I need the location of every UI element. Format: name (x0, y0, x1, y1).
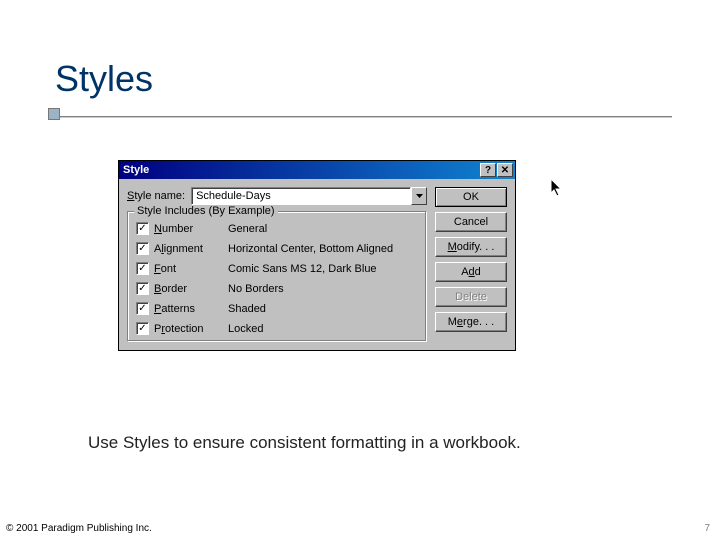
close-button[interactable]: ✕ (497, 163, 513, 177)
page-number: 7 (704, 523, 710, 534)
delete-button: Delete (435, 287, 507, 307)
alignment-checkbox[interactable]: ✓ (136, 242, 149, 255)
style-name-combo[interactable] (191, 187, 427, 205)
title-underline (48, 116, 672, 118)
font-checkbox[interactable]: ✓ (136, 262, 149, 275)
number-label: Number (154, 223, 228, 235)
border-checkbox[interactable]: ✓ (136, 282, 149, 295)
border-label: Border (154, 283, 228, 295)
cursor-arrow-icon (551, 179, 565, 199)
ok-button[interactable]: OK (435, 187, 507, 207)
slide-title: Styles (55, 58, 153, 100)
group-legend: Style Includes (By Example) (134, 205, 278, 217)
protection-label: Protection (154, 323, 228, 335)
dialog-titlebar: Style ? ✕ (119, 161, 515, 179)
style-includes-group: Style Includes (By Example) ✓ Number Gen… (127, 211, 427, 342)
alignment-label: Alignment (154, 243, 228, 255)
merge-button[interactable]: Merge. . . (435, 312, 507, 332)
patterns-desc: Shaded (228, 303, 266, 315)
border-desc: No Borders (228, 283, 284, 295)
style-name-label: Style name: (127, 190, 185, 202)
title-accent-square (48, 108, 60, 120)
copyright-text: © 2001 Paradigm Publishing Inc. (6, 523, 152, 534)
protection-desc: Locked (228, 323, 263, 335)
cancel-button[interactable]: Cancel (435, 212, 507, 232)
modify-button[interactable]: Modify. . . (435, 237, 507, 257)
font-label: Font (154, 263, 228, 275)
add-button[interactable]: Add (435, 262, 507, 282)
style-dialog: Style ? ✕ Style name: Style Includes (By… (118, 160, 516, 351)
patterns-checkbox[interactable]: ✓ (136, 302, 149, 315)
protection-checkbox[interactable]: ✓ (136, 322, 149, 335)
dialog-body: Style name: Style Includes (By Example) … (119, 179, 515, 350)
font-desc: Comic Sans MS 12, Dark Blue (228, 263, 377, 275)
dropdown-button[interactable] (411, 187, 427, 205)
dialog-title: Style (123, 164, 480, 176)
chevron-down-icon (416, 194, 423, 198)
slide-caption: Use Styles to ensure consistent formatti… (88, 432, 588, 455)
help-button[interactable]: ? (480, 163, 496, 177)
style-name-input[interactable] (191, 187, 411, 205)
patterns-label: Patterns (154, 303, 228, 315)
alignment-desc: Horizontal Center, Bottom Aligned (228, 243, 393, 255)
number-checkbox[interactable]: ✓ (136, 222, 149, 235)
number-desc: General (228, 223, 267, 235)
